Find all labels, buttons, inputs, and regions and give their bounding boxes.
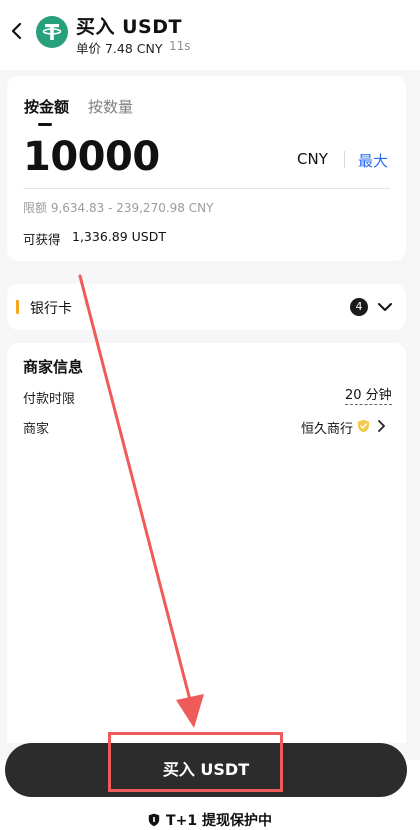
annotation-arrow — [78, 274, 204, 728]
protection-note: T+1 提现保护中 — [0, 810, 420, 830]
annotation-highlight-box — [108, 732, 283, 792]
protection-text: T+1 提现保护中 — [166, 813, 272, 829]
shield-icon — [148, 813, 160, 827]
